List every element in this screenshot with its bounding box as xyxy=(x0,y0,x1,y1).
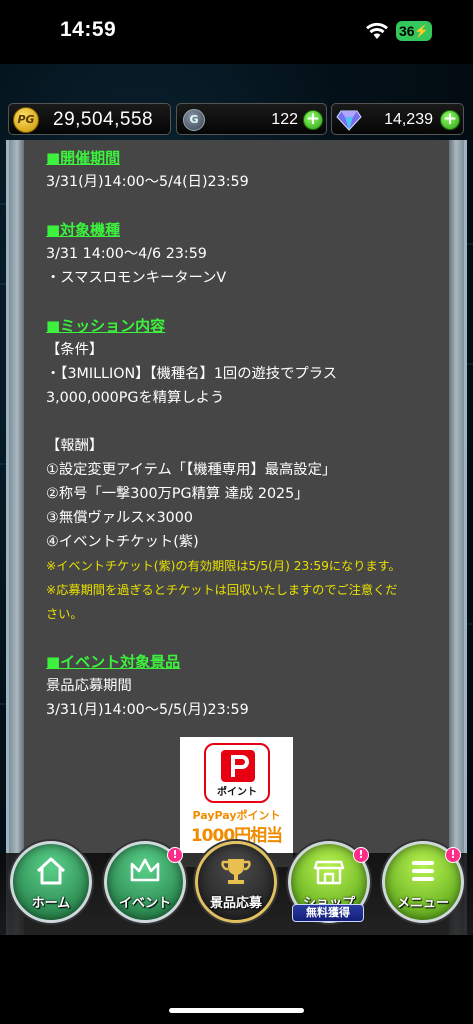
machine-name: ・スマスロモンキーターンV xyxy=(46,270,227,286)
note-ticket-collect-1: ※応募期間を過ぎるとチケットは回収いたしますのでご注意くだ xyxy=(46,583,398,597)
pg-value: 29,504,558 xyxy=(53,109,154,130)
plus-icon[interactable]: + xyxy=(303,110,323,130)
conditions-line-1: ・【3MILLION】【機種名】1回の遊技でプラス xyxy=(46,366,338,382)
reward-item-4: ④イベントチケット(紫) xyxy=(46,534,199,550)
period-text: 3/31(月)14:00〜5/4(日)23:59 xyxy=(46,174,249,190)
currency-bar: PG 29,504,558 G 122 + 14,239 + xyxy=(0,100,473,138)
battery-level: 36 xyxy=(399,23,415,39)
gem-value: 14,239 xyxy=(384,111,433,128)
machine-period: 3/31 14:00〜4/6 23:59 xyxy=(46,246,207,262)
menu-icon xyxy=(412,861,434,881)
prize-heading: ■イベント対象景品 xyxy=(46,653,181,671)
gem-balance[interactable]: 14,239 + xyxy=(331,103,464,135)
nav-prize-button[interactable]: 景品応募 xyxy=(195,841,277,923)
note-ticket-collect-2: さい。 xyxy=(46,607,83,621)
bottom-nav: ホーム イベント ! 景品応募 ショップ ! メニュー ! xyxy=(0,835,473,935)
menu-notification-badge: ! xyxy=(445,847,461,863)
house-icon xyxy=(36,857,66,885)
g-coin-icon: G xyxy=(183,109,205,131)
event-notification-badge: ! xyxy=(167,847,183,863)
battery-indicator: 36 ⚡ xyxy=(396,21,432,41)
reward-label: 【報酬】 xyxy=(46,438,104,454)
event-detail-panel[interactable]: ■開催期間 3/31(月)14:00〜5/4(日)23:59 ■対象機種 3/3… xyxy=(24,140,449,935)
nav-event-label: イベント xyxy=(118,896,171,911)
status-bar: 14:59 36 ⚡ xyxy=(0,0,473,64)
trophy-icon xyxy=(221,859,251,884)
wifi-icon xyxy=(366,22,388,39)
pg-balance[interactable]: PG 29,504,558 xyxy=(8,103,171,135)
paypay-logo-text: ポイント xyxy=(217,787,257,798)
bolt-icon: ⚡ xyxy=(414,24,429,38)
machine-heading: ■対象機種 xyxy=(46,221,121,239)
shop-free-tag[interactable]: 無料獲得 xyxy=(292,904,364,922)
conditions-line-2: 3,000,000PGを精算しよう xyxy=(46,390,225,406)
nav-home-label: ホーム xyxy=(31,896,71,911)
gem-icon xyxy=(336,110,362,131)
prize-period-label: 景品応募期間 xyxy=(46,678,132,694)
shop-notification-badge: ! xyxy=(353,847,369,863)
g-balance[interactable]: G 122 + xyxy=(176,103,327,135)
nav-prize-label: 景品応募 xyxy=(209,896,262,911)
pg-coin-icon: PG xyxy=(13,107,39,133)
paypay-logo-icon: ポイント xyxy=(204,743,270,803)
reward-item-1: ①設定変更アイテム「【機種専用】最高設定」 xyxy=(46,462,337,478)
g-value: 122 xyxy=(271,111,298,128)
plus-icon[interactable]: + xyxy=(440,110,460,130)
conditions-label: 【条件】 xyxy=(46,342,104,358)
status-time: 14:59 xyxy=(60,18,117,41)
reward-item-2: ②称号「一撃300万PG精算 達成 2025」 xyxy=(46,486,309,502)
home-indicator[interactable] xyxy=(169,1008,304,1013)
nav-menu-label: メニュー xyxy=(396,896,449,911)
prize-period-text: 3/31(月)14:00〜5/5(月)23:59 xyxy=(46,702,249,718)
mission-heading: ■ミッション内容 xyxy=(46,317,166,335)
note-ticket-expiry: ※イベントチケット(紫)の有効期限は5/5(月) 23:59になります。 xyxy=(46,559,401,573)
nav-home-button[interactable]: ホーム xyxy=(10,841,92,923)
reward-item-3: ③無償ヴァルス×3000 xyxy=(46,510,193,526)
crown-icon xyxy=(130,858,160,882)
event-detail-content: ■開催期間 3/31(月)14:00〜5/4(日)23:59 ■対象機種 3/3… xyxy=(46,146,441,722)
period-heading: ■開催期間 xyxy=(46,149,121,167)
shop-icon xyxy=(313,860,345,885)
